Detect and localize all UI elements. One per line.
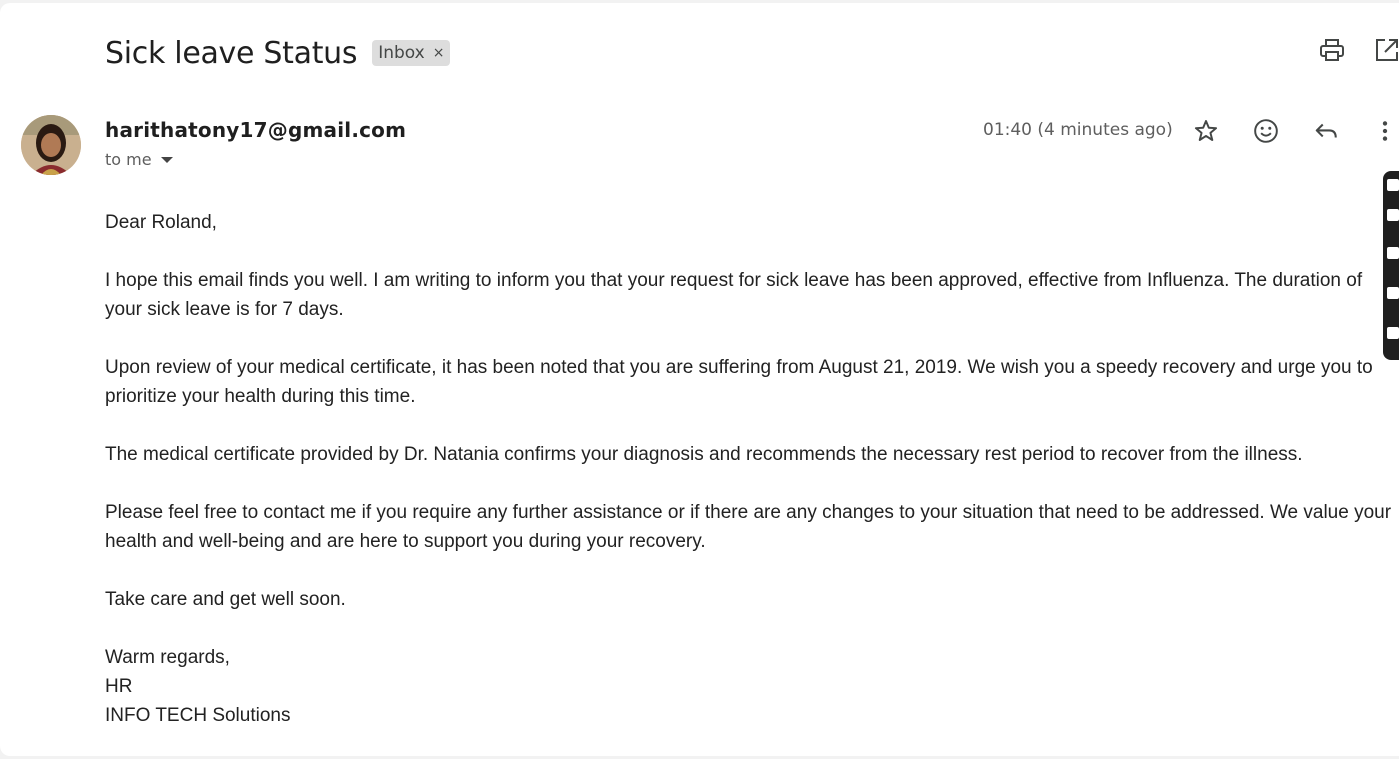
sender-avatar-image <box>21 115 81 175</box>
label-chip-text: Inbox <box>378 43 425 63</box>
reply-icon <box>1315 123 1337 138</box>
email-body: Dear Roland, I hope this email finds you… <box>105 208 1395 730</box>
sender-email: harithatony17@gmail.com <box>105 118 407 142</box>
star-icon <box>1194 120 1218 141</box>
subject-row: Sick leave Status Inbox × <box>105 33 451 73</box>
body-paragraph: Dear Roland, <box>105 212 217 233</box>
chevron-down-icon[interactable] <box>160 156 173 163</box>
avatar[interactable] <box>21 115 81 175</box>
extension-icon[interactable] <box>1387 209 1399 221</box>
star-button[interactable] <box>1192 117 1220 145</box>
extension-icon[interactable] <box>1387 247 1399 259</box>
open-in-new-window-button[interactable] <box>1373 36 1399 64</box>
copy-icon[interactable] <box>1387 287 1399 299</box>
inbox-label-chip[interactable]: Inbox × <box>372 40 451 66</box>
recipient-label: to me <box>105 150 152 169</box>
side-extension-panel[interactable] <box>1383 171 1399 360</box>
remove-label-icon[interactable]: × <box>433 45 445 61</box>
body-paragraph: Take care and get well soon. <box>105 589 346 610</box>
email-timestamp: 01:40 (4 minutes ago) <box>983 120 1173 140</box>
email-subject: Sick leave Status <box>105 35 358 71</box>
print-icon <box>1320 39 1344 61</box>
settings-icon[interactable] <box>1387 327 1399 339</box>
email-view: Sick leave Status Inbox × harithatony17@… <box>0 3 1399 756</box>
signature-line: INFO TECH Solutions <box>105 705 291 726</box>
open-in-new-window-icon <box>1376 39 1398 61</box>
recipient-details[interactable]: to me <box>105 150 173 169</box>
more-vert-icon <box>1382 121 1388 141</box>
reply-button[interactable] <box>1312 117 1340 145</box>
print-button[interactable] <box>1318 36 1346 64</box>
signature-line: HR <box>105 676 133 697</box>
link-icon[interactable] <box>1387 179 1399 191</box>
body-paragraph: The medical certificate provided by Dr. … <box>105 444 1303 465</box>
body-paragraph: I hope this email finds you well. I am w… <box>105 270 1363 320</box>
body-paragraph: Please feel free to contact me if you re… <box>105 502 1392 552</box>
emoji-reaction-button[interactable] <box>1252 117 1280 145</box>
signature-line: Warm regards, <box>105 647 230 668</box>
body-paragraph: Upon review of your medical certificate,… <box>105 357 1373 407</box>
more-options-button[interactable] <box>1371 117 1399 145</box>
emoji-reaction-icon <box>1254 119 1278 143</box>
